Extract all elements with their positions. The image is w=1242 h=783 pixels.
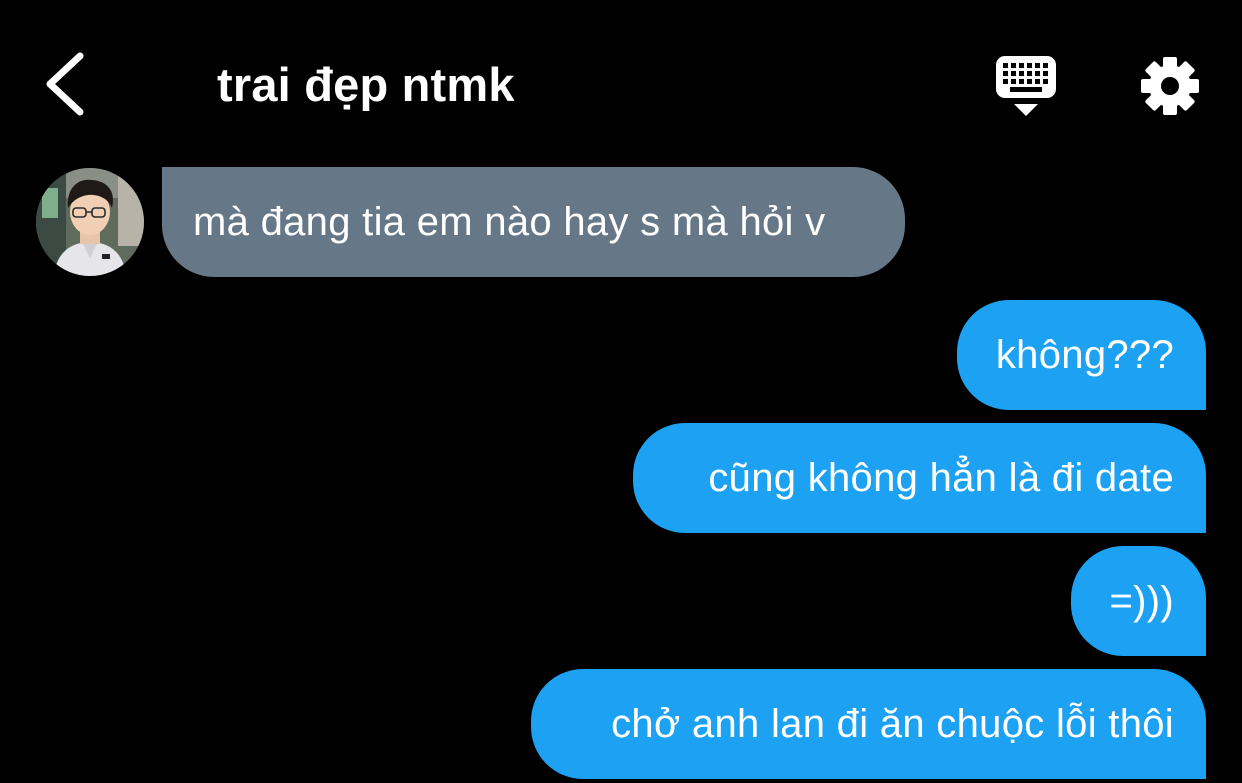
message-text: mà đang tia em nào hay s mà hỏi v (193, 199, 826, 244)
chat-title: trai đẹp ntmk (217, 58, 515, 111)
back-button[interactable] (36, 48, 100, 120)
incoming-message-bubble[interactable]: mà đang tia em nào hay s mà hỏi v (162, 167, 905, 277)
keyboard-button[interactable] (990, 52, 1062, 120)
message-text: không??? (995, 332, 1174, 377)
keyboard-icon (996, 56, 1056, 116)
message-text: chở anh lan đi ăn chuộc lỗi thôi (611, 701, 1174, 746)
outgoing-message-bubble[interactable]: =))) (1071, 546, 1206, 656)
outgoing-message-bubble[interactable]: cũng không hẳn là đi date (633, 423, 1206, 533)
profile-photo (36, 168, 144, 276)
outgoing-message-bubble[interactable]: chở anh lan đi ăn chuộc lỗi thôi (531, 669, 1206, 779)
avatar[interactable] (36, 168, 144, 276)
chat-header: trai đẹp ntmk (0, 0, 1242, 160)
gear-icon (1141, 57, 1199, 115)
chevron-left-icon (46, 52, 84, 116)
message-text: =))) (1109, 578, 1174, 623)
settings-button[interactable] (1136, 52, 1204, 120)
outgoing-message-bubble[interactable]: không??? (957, 300, 1206, 410)
message-text: cũng không hẳn là đi date (708, 455, 1174, 500)
